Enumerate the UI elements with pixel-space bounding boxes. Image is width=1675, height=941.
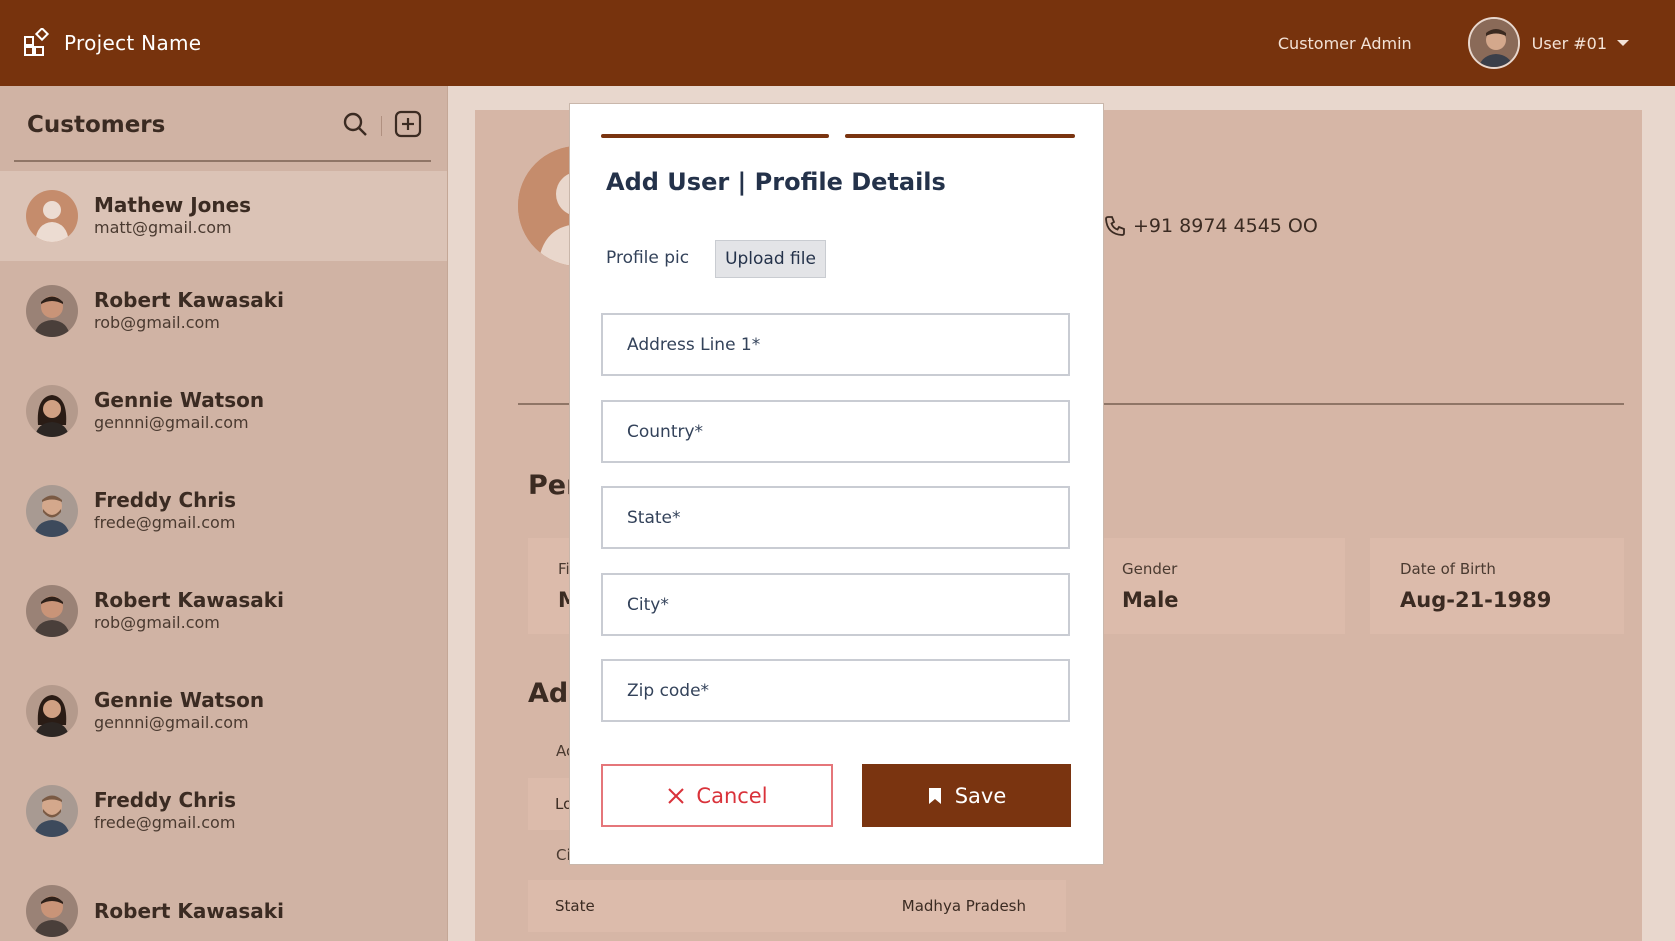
progress-step-2 bbox=[845, 134, 1075, 138]
sidebar-title: Customers bbox=[27, 112, 166, 138]
customer-info: Freddy Chris frede@gmail.com bbox=[94, 788, 236, 834]
customer-avatar bbox=[26, 585, 78, 637]
zip-code-input[interactable] bbox=[603, 661, 1068, 720]
state-label: State bbox=[555, 897, 595, 915]
customer-avatar bbox=[26, 385, 78, 437]
phone-icon bbox=[1105, 216, 1125, 236]
customer-info: Mathew Jones matt@gmail.com bbox=[94, 193, 251, 239]
project-name: Project Name bbox=[64, 31, 202, 55]
dob-label: Date of Birth bbox=[1400, 560, 1496, 578]
top-bar: Project Name Customer Admin User #01 bbox=[0, 0, 1675, 86]
customer-list-item[interactable]: Gennie Watson gennni@gmail.com bbox=[0, 661, 447, 761]
customer-list: Mathew Jones matt@gmail.com Robert Kawasak… bbox=[0, 171, 447, 941]
profile-pic-label: Profile pic bbox=[606, 248, 690, 268]
progress-steps bbox=[601, 134, 1075, 138]
customer-name: Freddy Chris bbox=[94, 788, 236, 812]
customer-avatar bbox=[26, 785, 78, 837]
state-input[interactable] bbox=[603, 488, 1068, 547]
customer-info: Robert Kawasaki rob@gmail.com bbox=[94, 288, 284, 334]
save-label: Save bbox=[954, 783, 1007, 808]
customer-avatar bbox=[26, 190, 78, 242]
zip-code-field[interactable] bbox=[601, 659, 1070, 722]
phone-text: +91 8974 4545 OO bbox=[1133, 215, 1318, 237]
user-avatar[interactable] bbox=[1467, 17, 1520, 69]
customer-email: matt@gmail.com bbox=[94, 218, 232, 237]
customer-info: Gennie Watson gennni@gmail.com bbox=[94, 388, 264, 434]
customer-avatar bbox=[26, 885, 78, 937]
upload-file-button[interactable]: Upload file bbox=[715, 240, 826, 278]
customer-name: Robert Kawasaki bbox=[94, 288, 284, 312]
add-user-modal: Add User | Profile Details Profile pic U… bbox=[569, 103, 1104, 865]
sidebar-header: Customers bbox=[14, 86, 431, 162]
app-grid-icon bbox=[24, 28, 50, 56]
customer-name: Gennie Watson bbox=[94, 388, 265, 412]
customer-list-item[interactable]: Robert Kawasaki rob@gmail.com bbox=[0, 261, 447, 361]
role-label: Customer Admin bbox=[1277, 33, 1412, 53]
phone-number: +91 8974 4545 OO bbox=[1103, 214, 1318, 238]
customer-name: Robert Kawasaki bbox=[94, 899, 284, 923]
user-menu-label[interactable]: User #01 bbox=[1532, 34, 1607, 53]
customer-list-item[interactable]: Gennie Watson gennni@gmail.com bbox=[0, 361, 447, 461]
city-field[interactable] bbox=[601, 573, 1070, 636]
customer-info: Robert Kawasaki rob@gmail.com bbox=[94, 588, 284, 634]
progress-step-1 bbox=[601, 134, 829, 138]
cancel-label: Cancel bbox=[696, 783, 768, 808]
customer-name: Robert Kawasaki bbox=[94, 588, 284, 612]
first-name-label: Fi bbox=[558, 560, 570, 578]
customer-info: Gennie Watson gennni@gmail.com bbox=[94, 688, 264, 734]
customer-email: rob@gmail.com bbox=[94, 613, 220, 632]
customer-info: Freddy Chris frede@gmail.com bbox=[94, 488, 236, 534]
add-customer-icon[interactable] bbox=[394, 110, 422, 138]
search-icon[interactable] bbox=[341, 110, 369, 138]
customer-email: frede@gmail.com bbox=[94, 513, 236, 532]
close-icon bbox=[668, 787, 685, 804]
customer-sidebar: Customers Mathew Jones matt@gmail.com Robe… bbox=[0, 86, 448, 941]
gender-value: Male bbox=[1122, 588, 1179, 612]
brand[interactable]: Project Name bbox=[22, 28, 201, 58]
customer-avatar bbox=[26, 485, 78, 537]
city-input[interactable] bbox=[603, 575, 1068, 634]
customer-list-item[interactable]: Freddy Chris frede@gmail.com bbox=[0, 761, 447, 861]
customer-list-item[interactable]: Robert Kawasaki rob@gmail.com bbox=[0, 561, 447, 661]
customer-list-item[interactable]: Mathew Jones matt@gmail.com bbox=[0, 171, 447, 261]
customer-name: Mathew Jones bbox=[94, 193, 252, 217]
dob-box: Date of Birth Aug-21-1989 bbox=[1370, 538, 1624, 634]
customer-avatar bbox=[26, 685, 78, 737]
customer-email: rob@gmail.com bbox=[94, 313, 220, 332]
customer-name: Freddy Chris bbox=[94, 488, 236, 512]
customer-email: frede@gmail.com bbox=[94, 813, 236, 832]
customer-avatar bbox=[26, 285, 78, 337]
state-field[interactable] bbox=[601, 486, 1070, 549]
country-field[interactable] bbox=[601, 400, 1070, 463]
save-button[interactable]: Save bbox=[862, 764, 1071, 827]
customer-name: Gennie Watson bbox=[94, 688, 265, 712]
gender-box: Gender Male bbox=[1090, 538, 1345, 634]
modal-title: Add User | Profile Details bbox=[606, 168, 946, 196]
customer-email: gennni@gmail.com bbox=[94, 413, 249, 432]
customer-list-item[interactable]: Robert Kawasaki bbox=[0, 861, 447, 941]
address-line-1-field[interactable] bbox=[601, 313, 1070, 376]
header-divider bbox=[381, 116, 382, 136]
chevron-down-icon[interactable] bbox=[1617, 40, 1629, 46]
state-value: Madhya Pradesh bbox=[901, 897, 1026, 915]
address-row-state: State Madhya Pradesh bbox=[528, 880, 1066, 932]
bookmark-icon bbox=[928, 787, 941, 804]
cancel-button[interactable]: Cancel bbox=[601, 764, 833, 827]
country-input[interactable] bbox=[603, 402, 1068, 461]
address-line-1-input[interactable] bbox=[603, 315, 1068, 374]
gender-label: Gender bbox=[1122, 560, 1178, 578]
customer-email: gennni@gmail.com bbox=[94, 713, 249, 732]
customer-info: Robert Kawasaki bbox=[94, 899, 284, 923]
dob-value: Aug-21-1989 bbox=[1400, 588, 1552, 612]
customer-list-item[interactable]: Freddy Chris frede@gmail.com bbox=[0, 461, 447, 561]
